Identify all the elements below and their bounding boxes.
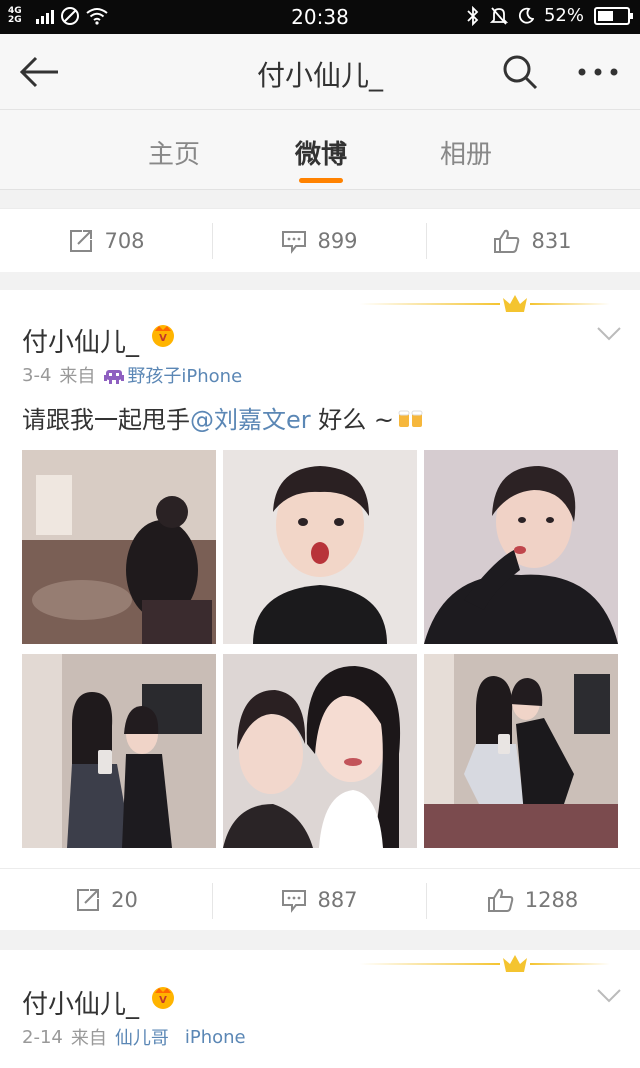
post-author[interactable]: 付小仙儿_ — [22, 322, 139, 359]
comment-count: 887 — [317, 888, 358, 912]
like-count: 831 — [531, 229, 572, 253]
page-title: 付小仙儿_ — [256, 59, 383, 92]
repost-button[interactable]: 20 — [0, 869, 213, 931]
mention-link[interactable]: @刘嘉文er — [190, 400, 311, 435]
mirror-duo-photo — [22, 654, 216, 848]
post-meta: 2-14 来自 仙儿哥 iPhone — [22, 1024, 246, 1050]
duo-closeup-photo — [223, 654, 417, 848]
post-text: 请跟我一起甩手 @刘嘉文er 好么 ~ — [22, 400, 426, 435]
repost-button[interactable]: 708 — [0, 209, 213, 273]
crown-decoration-icon — [360, 955, 610, 972]
post-text-end: 好么 ~ — [310, 406, 395, 434]
arrow-left-icon — [19, 56, 58, 88]
portrait-surprised-photo — [223, 450, 417, 644]
post-source[interactable]: 野孩子iPhone — [103, 362, 242, 388]
portrait-pout-photo — [424, 450, 618, 644]
battery-icon — [594, 6, 633, 25]
crown-decoration-icon — [360, 295, 610, 312]
post-source[interactable]: 仙儿哥 — [115, 1024, 169, 1050]
mute-bell-icon — [489, 6, 508, 25]
weibo-post: 付小仙儿_ V 3-4 来自 野孩子iPhone 请跟我一起甩手 @刘嘉文er … — [0, 290, 640, 930]
comment-icon — [282, 890, 307, 913]
battery-percent: 52% — [543, 5, 584, 26]
profile-tabs: 主页 微博 相册 — [0, 110, 640, 190]
post-source-label: 野孩子iPhone — [127, 366, 243, 387]
post-photo[interactable] — [22, 450, 216, 644]
battery-level — [598, 10, 613, 21]
repost-count: 20 — [111, 888, 138, 912]
previous-post-actions: 708 899 831 — [0, 208, 640, 272]
status-bar: 4G 2G 20:38 52% — [0, 0, 640, 34]
weibo-post: 付小仙儿_ V 2-14 来自 仙儿哥 iPhone — [0, 950, 640, 1068]
photo-grid — [22, 450, 618, 848]
room-selfie-photo — [22, 450, 216, 644]
repost-count: 708 — [104, 229, 145, 253]
post-meta: 3-4 来自 野孩子iPhone — [22, 362, 242, 388]
comment-count: 899 — [317, 229, 358, 253]
status-right: 52% — [466, 5, 633, 26]
post-date: 2-14 — [22, 1026, 63, 1048]
like-count: 1288 — [524, 888, 579, 912]
post-source-device[interactable]: iPhone — [185, 1027, 246, 1048]
like-button[interactable]: 831 — [426, 209, 639, 273]
app-header: 付小仙儿_ — [0, 34, 640, 110]
comment-button[interactable]: 899 — [213, 209, 426, 273]
moon-icon — [518, 7, 534, 23]
search-button[interactable] — [500, 52, 540, 92]
tab-weibo[interactable]: 微博 — [261, 134, 381, 171]
post-photo[interactable] — [424, 654, 618, 848]
comment-button[interactable]: 887 — [213, 869, 426, 931]
from-label: 来自 — [59, 366, 96, 387]
tab-album[interactable]: 相册 — [406, 134, 526, 171]
post-text-start: 请跟我一起甩手 — [22, 406, 190, 434]
tab-home[interactable]: 主页 — [114, 134, 234, 171]
svg-text:V: V — [159, 333, 167, 344]
bluetooth-icon — [467, 5, 479, 26]
like-button[interactable]: 1288 — [426, 869, 639, 931]
more-dots-icon — [578, 68, 618, 76]
post-photo[interactable] — [424, 450, 618, 644]
thumbs-up-icon — [487, 888, 514, 912]
post-photo[interactable] — [223, 450, 417, 644]
vip-badge-icon: V — [152, 325, 174, 347]
from-label: 来自 — [70, 1028, 107, 1049]
post-photo[interactable] — [22, 654, 216, 848]
alien-icon — [104, 370, 125, 384]
post-photo[interactable] — [223, 654, 417, 848]
repost-icon — [70, 230, 93, 252]
post-actions: 20 887 1288 — [0, 868, 640, 930]
chevron-down-icon[interactable] — [596, 988, 622, 1004]
post-author[interactable]: 付小仙儿_ — [22, 984, 139, 1021]
back-button[interactable] — [18, 52, 62, 92]
beer-cheers-icon — [398, 410, 423, 427]
svg-text:V: V — [159, 995, 167, 1006]
chevron-down-icon[interactable] — [596, 326, 622, 342]
mirror-sitting-photo — [424, 654, 618, 848]
active-tab-indicator — [299, 178, 343, 183]
more-button[interactable] — [572, 52, 624, 92]
repost-icon — [77, 889, 100, 911]
thumbs-up-icon — [494, 229, 520, 253]
vip-badge-icon: V — [152, 987, 174, 1009]
comment-icon — [282, 231, 307, 254]
search-icon — [503, 55, 538, 90]
post-date: 3-4 — [22, 364, 52, 386]
